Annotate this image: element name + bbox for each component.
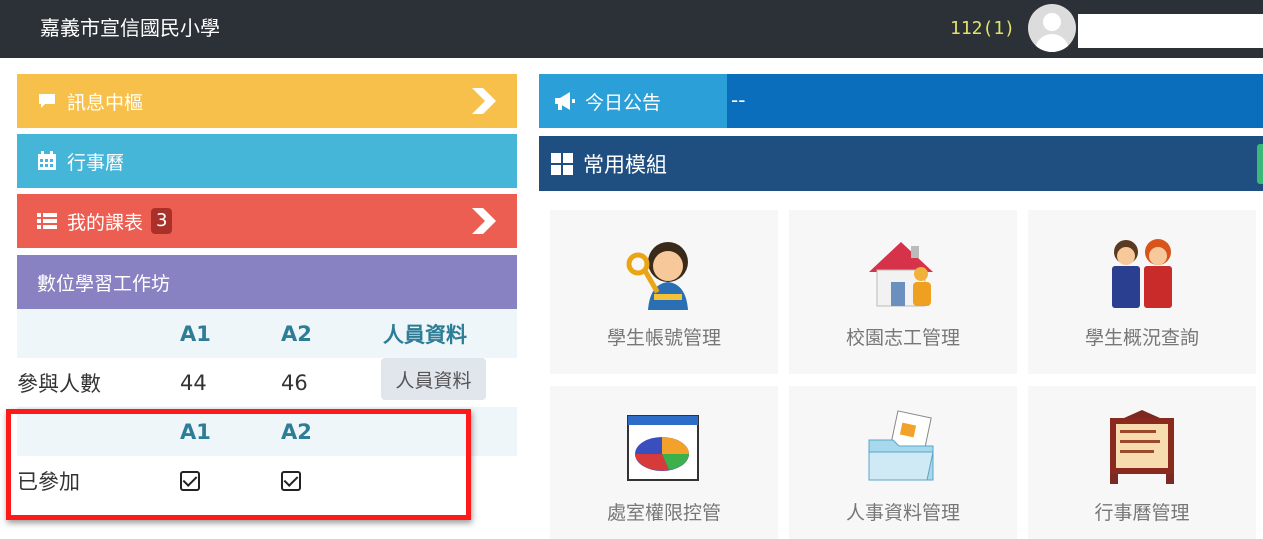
messages-label: 訊息中樞 — [67, 91, 144, 114]
modules-title: 常用模組 — [583, 152, 667, 177]
chevron-right-icon[interactable] — [469, 206, 499, 236]
announcement-label-box[interactable]: 今日公告 — [539, 74, 727, 128]
messages-panel[interactable]: 訊息中樞 — [17, 74, 517, 128]
calendar-label: 行事曆 — [67, 151, 125, 174]
module-tile-student-accounts[interactable]: 學生帳號管理 — [550, 210, 778, 374]
calendar-icon — [37, 151, 57, 171]
user-avatar-icon[interactable] — [1028, 4, 1076, 52]
list-icon — [37, 211, 57, 231]
calendar-board-icon — [1102, 410, 1182, 486]
announcement-label: 今日公告 — [585, 91, 662, 114]
side-tab[interactable] — [1257, 144, 1263, 184]
tile-label: 學生帳號管理 — [606, 327, 721, 349]
tile-label: 學生概況查詢 — [1084, 327, 1199, 349]
chevron-right-icon[interactable] — [469, 86, 499, 116]
table-header-row: A1 A2 人員資料 — [17, 309, 517, 358]
schedule-label: 我的課表 — [67, 211, 144, 234]
top-bar: 嘉義市宣信國民小學 112(1) — [0, 0, 1263, 58]
column-header-a2: A2 — [281, 321, 312, 346]
folder-documents-icon — [863, 410, 943, 486]
module-tile-volunteers[interactable]: 校園志工管理 — [789, 210, 1017, 374]
students-icon — [1102, 234, 1182, 310]
participants-a1: 44 — [180, 370, 207, 395]
highlight-box — [6, 409, 471, 520]
participants-label: 參與人數 — [17, 371, 101, 396]
module-tile-office-permissions[interactable]: 處室權限控管 — [550, 386, 778, 539]
column-header-personnel: 人員資料 — [383, 322, 467, 347]
volunteer-house-icon — [863, 234, 943, 310]
pie-chart-window-icon — [624, 410, 704, 486]
workshop-title: 數位學習工作坊 — [37, 272, 171, 295]
student-key-icon — [624, 234, 704, 310]
module-tile-student-overview[interactable]: 學生概況查詢 — [1028, 210, 1256, 374]
workshop-panel-title: 數位學習工作坊 — [17, 255, 517, 309]
comment-icon — [37, 91, 57, 111]
term-indicator[interactable]: 112(1) — [950, 16, 1015, 42]
tile-label: 處室權限控管 — [606, 502, 721, 524]
calendar-panel[interactable]: 行事曆 — [17, 134, 517, 188]
megaphone-icon — [553, 91, 577, 111]
personnel-data-button[interactable]: 人員資料 — [381, 358, 486, 400]
module-tile-calendar-management[interactable]: 行事曆管理 — [1028, 386, 1256, 539]
tile-label: 行事曆管理 — [1094, 502, 1190, 524]
announcement-text: -- — [731, 88, 746, 112]
participants-a2: 46 — [281, 370, 308, 395]
announcement-bar: 今日公告 -- — [539, 74, 1263, 128]
tile-label: 人事資料管理 — [845, 502, 960, 524]
grid-icon — [551, 152, 573, 175]
column-header-a1: A1 — [180, 321, 211, 346]
user-name-box[interactable] — [1078, 14, 1263, 48]
tile-label: 校園志工管理 — [845, 327, 960, 349]
schedule-count-badge: 3 — [151, 208, 173, 234]
school-name[interactable]: 嘉義市宣信國民小學 — [40, 14, 220, 42]
module-tile-personnel-data[interactable]: 人事資料管理 — [789, 386, 1017, 539]
modules-header: 常用模組 — [539, 136, 1263, 191]
schedule-panel[interactable]: 我的課表 3 — [17, 194, 517, 248]
